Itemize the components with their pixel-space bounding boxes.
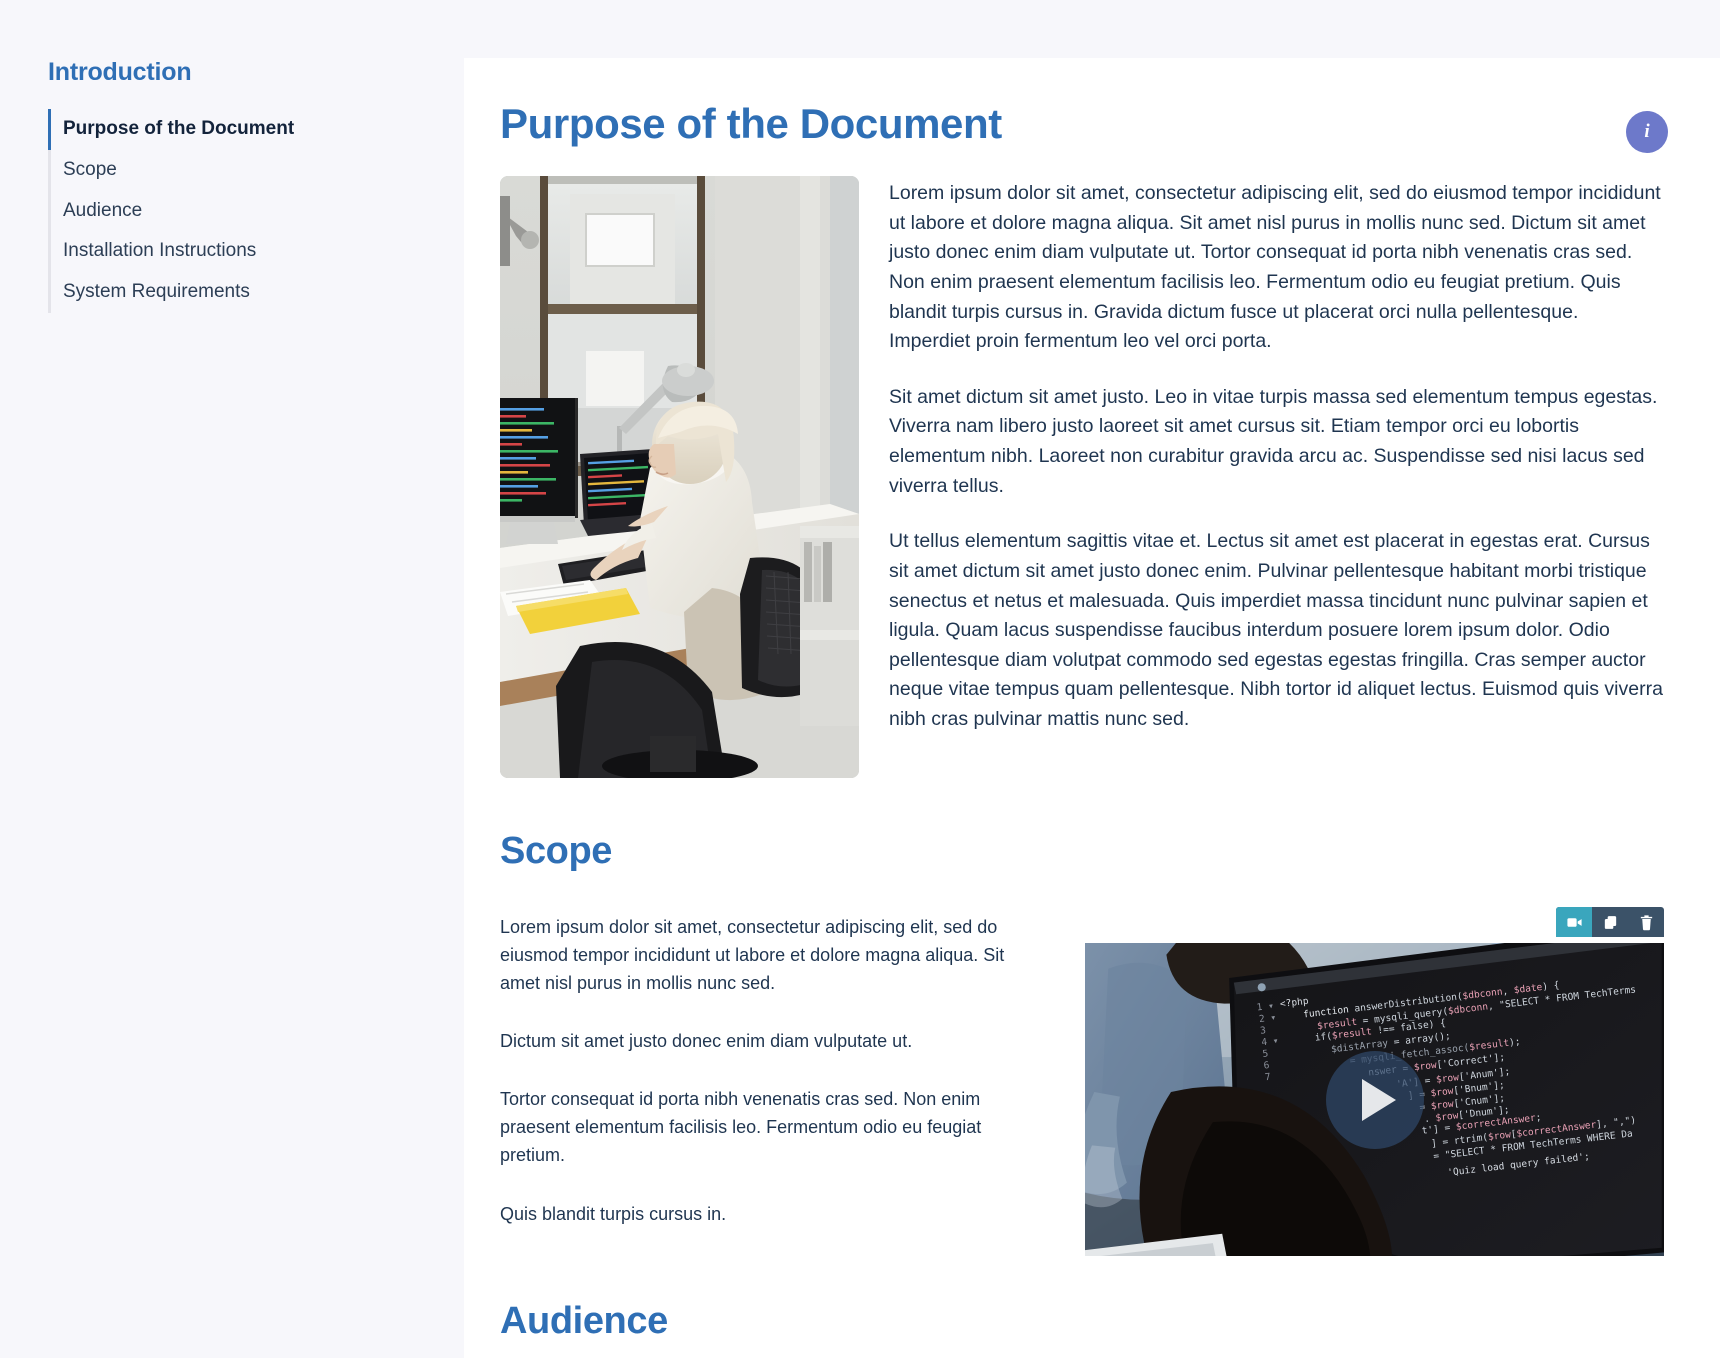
svg-text:5: 5 bbox=[1262, 1048, 1269, 1060]
sidebar-item-system-requirements[interactable]: System Requirements bbox=[51, 272, 464, 313]
play-button[interactable] bbox=[1325, 1050, 1424, 1149]
paragraph: Quis blandit turpis cursus in. bbox=[500, 1203, 727, 1224]
duplicate-icon[interactable] bbox=[1592, 907, 1628, 937]
video-toolbar bbox=[1556, 907, 1664, 937]
audience-section: Audience bbox=[500, 1300, 1664, 1343]
sidebar-item-label: Audience bbox=[63, 199, 143, 221]
scope-heading: Scope bbox=[500, 830, 613, 872]
paragraph: Ut tellus elementum sagittis vitae et. L… bbox=[889, 530, 1663, 730]
page-title: Purpose of the Document bbox=[500, 100, 1002, 147]
trash-icon[interactable] bbox=[1628, 907, 1664, 937]
paragraph: Lorem ipsum dolor sit amet, consectetur … bbox=[889, 182, 1661, 353]
purpose-text-column: Lorem ipsum dolor sit amet, consectetur … bbox=[889, 176, 1664, 735]
sidebar-item-label: System Requirements bbox=[63, 281, 250, 303]
video-icon[interactable] bbox=[1556, 907, 1592, 937]
scope-section: Scope Lorem ipsum dolor sit amet, consec… bbox=[500, 830, 1664, 1258]
scope-text-column: Lorem ipsum dolor sit amet, consectetur … bbox=[500, 907, 1045, 1258]
sidebar-item-label: Installation Instructions bbox=[63, 240, 257, 262]
trash-glyph bbox=[1640, 914, 1652, 930]
sidebar-item-audience[interactable]: Audience bbox=[51, 191, 464, 232]
scope-video-column: 1 ▾ 2 ▾ 3 4 ▾ 5 6 7 <?php function answe… bbox=[1085, 907, 1664, 1256]
audience-heading: Audience bbox=[500, 1299, 668, 1342]
office-developer-photo bbox=[500, 176, 859, 778]
sidebar-navigation: Introduction Purpose of the Document Sco… bbox=[0, 0, 464, 1358]
video-camera-glyph bbox=[1566, 917, 1582, 927]
info-icon[interactable]: i bbox=[1626, 111, 1668, 153]
scope-video-player[interactable]: 1 ▾ 2 ▾ 3 4 ▾ 5 6 7 <?php function answe… bbox=[1085, 943, 1664, 1256]
copy-glyph bbox=[1604, 915, 1616, 929]
paragraph: Lorem ipsum dolor sit amet, consectetur … bbox=[500, 917, 1005, 994]
office-developer-illustration bbox=[500, 176, 859, 778]
svg-text:2 ▾: 2 ▾ bbox=[1258, 1012, 1276, 1025]
document-editor-page: Introduction Purpose of the Document Sco… bbox=[0, 0, 1720, 1358]
sidebar-item-purpose-of-the-document[interactable]: Purpose of the Document bbox=[48, 109, 464, 150]
paragraph: Sit amet dictum sit amet justo. Leo in v… bbox=[889, 385, 1658, 497]
purpose-image-column bbox=[500, 176, 859, 778]
purpose-section-body: Lorem ipsum dolor sit amet, consectetur … bbox=[500, 176, 1664, 778]
sidebar-item-scope[interactable]: Scope bbox=[51, 150, 464, 191]
svg-text:4 ▾: 4 ▾ bbox=[1261, 1036, 1279, 1049]
play-triangle-icon bbox=[1362, 1078, 1396, 1121]
sidebar-item-label: Purpose of the Document bbox=[63, 118, 295, 139]
scope-section-body: Lorem ipsum dolor sit amet, consectetur … bbox=[500, 907, 1664, 1258]
sidebar-item-label: Scope bbox=[63, 158, 117, 180]
sidebar-title: Introduction bbox=[48, 58, 192, 86]
document-content-panel: i Purpose of the Document Lorem ipsum do… bbox=[464, 58, 1720, 1358]
sidebar-nav-list: Purpose of the Document Scope Audience I… bbox=[48, 109, 464, 313]
paragraph: Tortor consequat id porta nibh venenatis… bbox=[500, 1089, 982, 1166]
paragraph: Dictum sit amet justo donec enim diam vu… bbox=[500, 1031, 913, 1052]
sidebar-item-installation-instructions[interactable]: Installation Instructions bbox=[51, 231, 464, 272]
